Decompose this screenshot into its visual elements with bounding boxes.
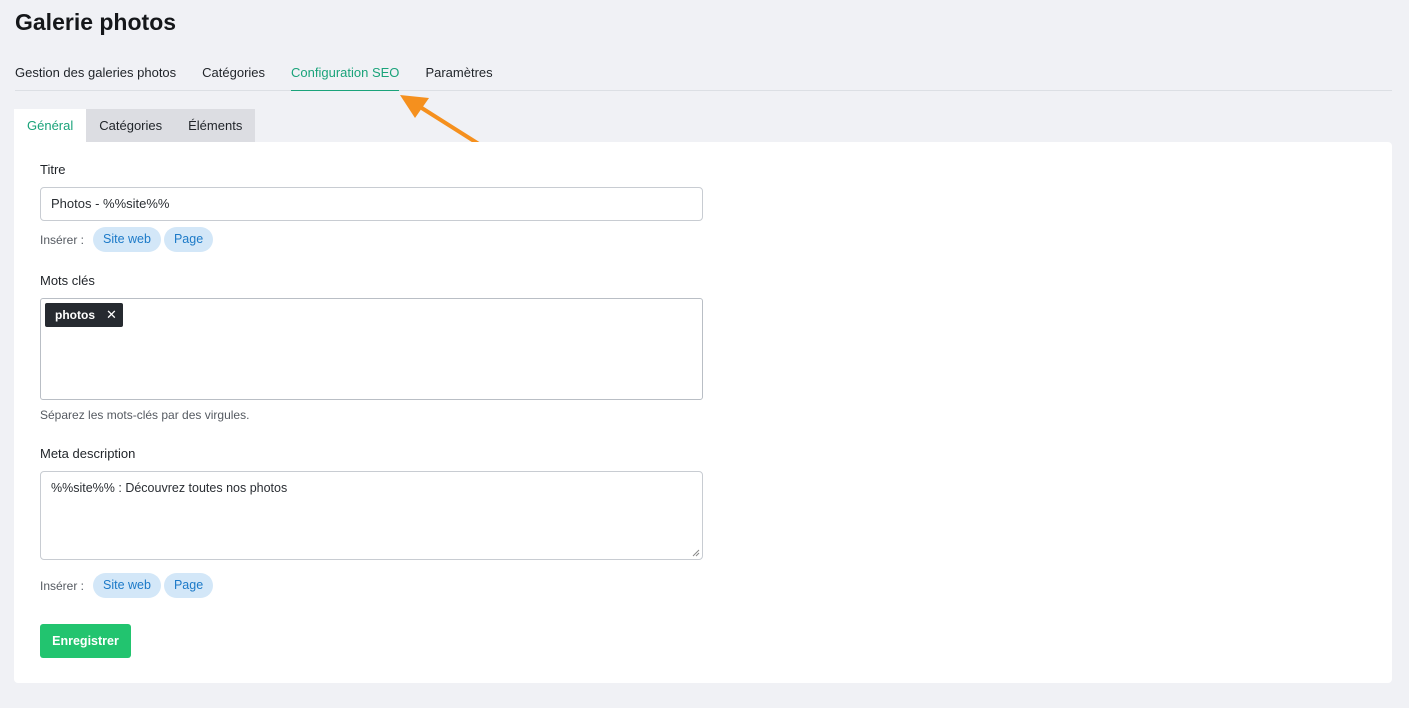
meta-description-textarea[interactable]: %%site%% : Découvrez toutes nos photos: [40, 471, 703, 560]
keywords-label: Mots clés: [40, 273, 95, 288]
keywords-input[interactable]: photos ✕: [40, 298, 703, 400]
keywords-help-text: Séparez les mots-clés par des virgules.: [40, 408, 250, 422]
insert-page-chip[interactable]: Page: [163, 573, 214, 598]
subtab-elements[interactable]: Éléments: [175, 109, 256, 142]
resize-grip-icon[interactable]: [692, 549, 700, 557]
subtab-categories[interactable]: Catégories: [86, 109, 176, 142]
insert-label: Insérer :: [40, 232, 85, 247]
insert-label: Insérer :: [40, 578, 85, 593]
title-input[interactable]: Photos - %%site%%: [40, 187, 703, 221]
tab-configuration-seo[interactable]: Configuration SEO: [291, 64, 400, 91]
insert-site-web-chip[interactable]: Site web: [93, 227, 161, 252]
sub-tabs: Général Catégories Éléments: [14, 109, 256, 142]
insert-page-chip[interactable]: Page: [163, 227, 214, 252]
subtab-general[interactable]: Général: [14, 109, 87, 142]
meta-description-label: Meta description: [40, 446, 136, 461]
tab-categories[interactable]: Catégories: [202, 64, 265, 91]
main-tabs: Gestion des galeries photos Catégories C…: [15, 64, 1392, 91]
insert-site-web-chip[interactable]: Site web: [93, 573, 161, 598]
keyword-tag-label: photos: [55, 308, 95, 322]
save-button[interactable]: Enregistrer: [40, 624, 131, 658]
keyword-tag: photos ✕: [45, 303, 123, 327]
meta-insert-row: Insérer : Site web Page: [40, 573, 216, 598]
tab-parametres[interactable]: Paramètres: [425, 64, 492, 91]
seo-form-card: Titre Photos - %%site%% Insérer : Site w…: [14, 142, 1392, 683]
tab-gestion-galeries[interactable]: Gestion des galeries photos: [15, 64, 176, 91]
meta-description-value: %%site%% : Découvrez toutes nos photos: [51, 481, 288, 495]
title-label: Titre: [40, 162, 66, 177]
page-title: Galerie photos: [15, 9, 177, 35]
title-insert-row: Insérer : Site web Page: [40, 227, 216, 252]
close-icon[interactable]: ✕: [106, 307, 117, 323]
